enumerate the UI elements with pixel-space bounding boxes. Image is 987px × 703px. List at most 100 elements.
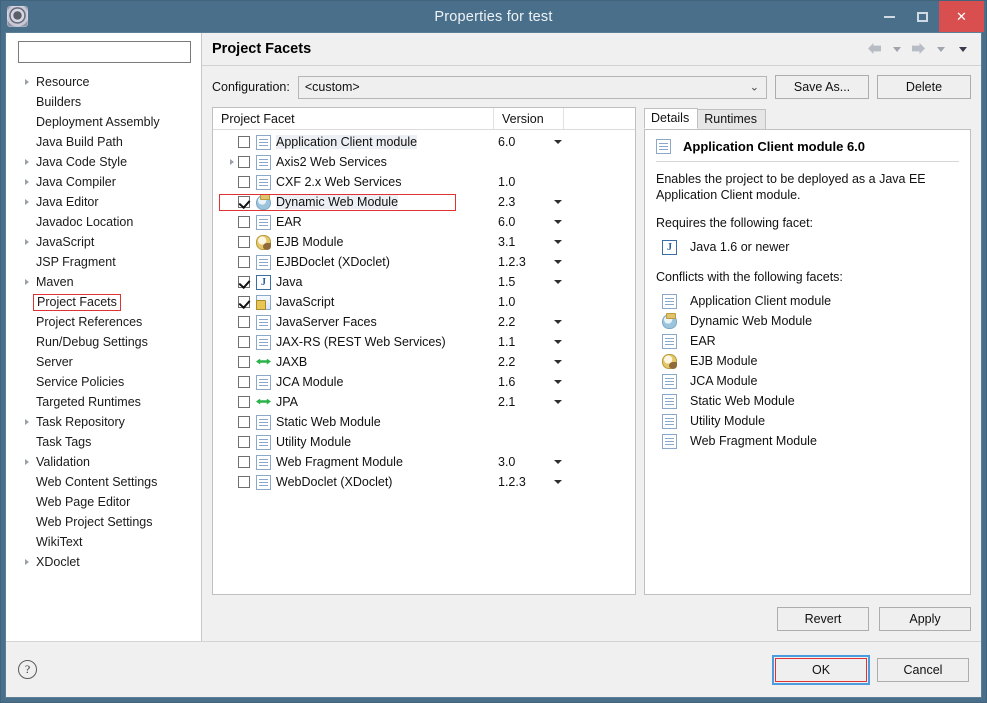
expand-arrow-icon[interactable] <box>20 239 33 245</box>
table-row[interactable]: Axis2 Web Services <box>213 152 635 172</box>
version-dropdown-cell[interactable] <box>546 380 570 384</box>
sidebar-item-resource[interactable]: Resource <box>6 72 201 92</box>
facet-version[interactable]: 1.5 <box>494 275 546 289</box>
facet-version[interactable]: 2.3 <box>494 195 546 209</box>
version-dropdown-cell[interactable] <box>546 200 570 204</box>
facet-checkbox[interactable] <box>238 156 250 168</box>
facet-version[interactable]: 1.0 <box>494 295 546 309</box>
chevron-down-icon[interactable] <box>554 240 562 244</box>
facet-version[interactable]: 2.1 <box>494 395 546 409</box>
facet-checkbox[interactable] <box>238 476 250 488</box>
chevron-down-icon[interactable] <box>554 460 562 464</box>
chevron-down-icon[interactable] <box>554 200 562 204</box>
sidebar-item-service-policies[interactable]: Service Policies <box>6 372 201 392</box>
forward-history-button[interactable] <box>931 40 951 58</box>
version-dropdown-cell[interactable] <box>546 280 570 284</box>
sidebar-item-java-build-path[interactable]: Java Build Path <box>6 132 201 152</box>
table-row[interactable]: Dynamic Web Module 2.3 <box>213 192 635 212</box>
minimize-button[interactable] <box>873 1 906 32</box>
back-history-button[interactable] <box>887 40 907 58</box>
table-row[interactable]: JavaServer Faces 2.2 <box>213 312 635 332</box>
facet-version[interactable]: 6.0 <box>494 215 546 229</box>
version-dropdown-cell[interactable] <box>546 220 570 224</box>
view-menu-button[interactable] <box>953 40 973 58</box>
table-row[interactable]: EJBDoclet (XDoclet) 1.2.3 <box>213 252 635 272</box>
sidebar-item-java-code-style[interactable]: Java Code Style <box>6 152 201 172</box>
sidebar-item-task-tags[interactable]: Task Tags <box>6 432 201 452</box>
table-row[interactable]: Web Fragment Module 3.0 <box>213 452 635 472</box>
facet-checkbox[interactable] <box>238 336 250 348</box>
facet-checkbox[interactable] <box>238 196 250 208</box>
facet-checkbox[interactable] <box>238 456 250 468</box>
facet-version[interactable]: 3.1 <box>494 235 546 249</box>
table-row[interactable]: JAX-RS (REST Web Services) 1.1 <box>213 332 635 352</box>
table-row[interactable]: Application Client module 6.0 <box>213 132 635 152</box>
version-dropdown-cell[interactable] <box>546 320 570 324</box>
table-row[interactable]: JCA Module 1.6 <box>213 372 635 392</box>
chevron-down-icon[interactable] <box>554 380 562 384</box>
sidebar-item-run-debug-settings[interactable]: Run/Debug Settings <box>6 332 201 352</box>
version-dropdown-cell[interactable] <box>546 480 570 484</box>
column-header-project-facet[interactable]: Project Facet <box>213 108 494 129</box>
chevron-down-icon[interactable] <box>554 320 562 324</box>
sidebar-item-project-facets[interactable]: Project Facets <box>6 292 201 312</box>
table-row[interactable]: Utility Module <box>213 432 635 452</box>
chevron-down-icon[interactable] <box>554 340 562 344</box>
version-dropdown-cell[interactable] <box>546 400 570 404</box>
tab-details[interactable]: Details <box>644 108 699 129</box>
table-row[interactable]: EJB Module 3.1 <box>213 232 635 252</box>
sidebar-item-targeted-runtimes[interactable]: Targeted Runtimes <box>6 392 201 412</box>
search-input[interactable] <box>18 41 191 63</box>
version-dropdown-cell[interactable] <box>546 340 570 344</box>
table-row[interactable]: WebDoclet (XDoclet) 1.2.3 <box>213 472 635 492</box>
table-row[interactable]: JPA 2.1 <box>213 392 635 412</box>
save-as-button[interactable]: Save As... <box>775 75 869 99</box>
expand-arrow-icon[interactable] <box>20 559 33 565</box>
version-dropdown-cell[interactable] <box>546 360 570 364</box>
question-mark-icon[interactable]: ? <box>18 660 37 679</box>
facet-version[interactable]: 6.0 <box>494 135 546 149</box>
chevron-down-icon[interactable] <box>554 280 562 284</box>
close-button[interactable]: ✕ <box>939 1 984 32</box>
table-row[interactable]: JavaScript 1.0 <box>213 292 635 312</box>
ok-button[interactable]: OK <box>772 654 870 685</box>
sidebar-item-builders[interactable]: Builders <box>6 92 201 112</box>
facet-checkbox[interactable] <box>238 216 250 228</box>
sidebar-item-java-editor[interactable]: Java Editor <box>6 192 201 212</box>
column-header-blank[interactable] <box>564 108 635 129</box>
version-dropdown-cell[interactable] <box>546 140 570 144</box>
sidebar-item-jsp-fragment[interactable]: JSP Fragment <box>6 252 201 272</box>
expand-arrow-icon[interactable] <box>20 199 33 205</box>
forward-button[interactable] <box>909 40 929 58</box>
facet-version[interactable]: 2.2 <box>494 355 546 369</box>
facet-checkbox[interactable] <box>238 396 250 408</box>
chevron-down-icon[interactable] <box>554 260 562 264</box>
back-button[interactable] <box>865 40 885 58</box>
apply-button[interactable]: Apply <box>879 607 971 631</box>
sidebar-item-deployment-assembly[interactable]: Deployment Assembly <box>6 112 201 132</box>
expand-arrow-icon[interactable] <box>20 79 33 85</box>
facet-checkbox[interactable] <box>238 176 250 188</box>
expand-arrow-icon[interactable] <box>20 179 33 185</box>
cancel-button[interactable]: Cancel <box>877 657 969 682</box>
chevron-down-icon[interactable] <box>554 400 562 404</box>
table-row[interactable]: EAR 6.0 <box>213 212 635 232</box>
chevron-down-icon[interactable] <box>554 220 562 224</box>
sidebar-item-validation[interactable]: Validation <box>6 452 201 472</box>
facet-version[interactable]: 3.0 <box>494 455 546 469</box>
facet-version[interactable]: 1.2.3 <box>494 255 546 269</box>
facet-checkbox[interactable] <box>238 316 250 328</box>
sidebar-item-project-references[interactable]: Project References <box>6 312 201 332</box>
facet-version[interactable]: 1.1 <box>494 335 546 349</box>
chevron-down-icon[interactable] <box>554 360 562 364</box>
sidebar-item-task-repository[interactable]: Task Repository <box>6 412 201 432</box>
facet-checkbox[interactable] <box>238 416 250 428</box>
configuration-select[interactable]: <custom> ⌄ <box>297 75 767 99</box>
sidebar-item-maven[interactable]: Maven <box>6 272 201 292</box>
sidebar-item-server[interactable]: Server <box>6 352 201 372</box>
chevron-down-icon[interactable] <box>554 480 562 484</box>
facet-checkbox[interactable] <box>238 136 250 148</box>
facet-version[interactable]: 1.6 <box>494 375 546 389</box>
facet-checkbox[interactable] <box>238 436 250 448</box>
maximize-button[interactable] <box>906 1 939 32</box>
